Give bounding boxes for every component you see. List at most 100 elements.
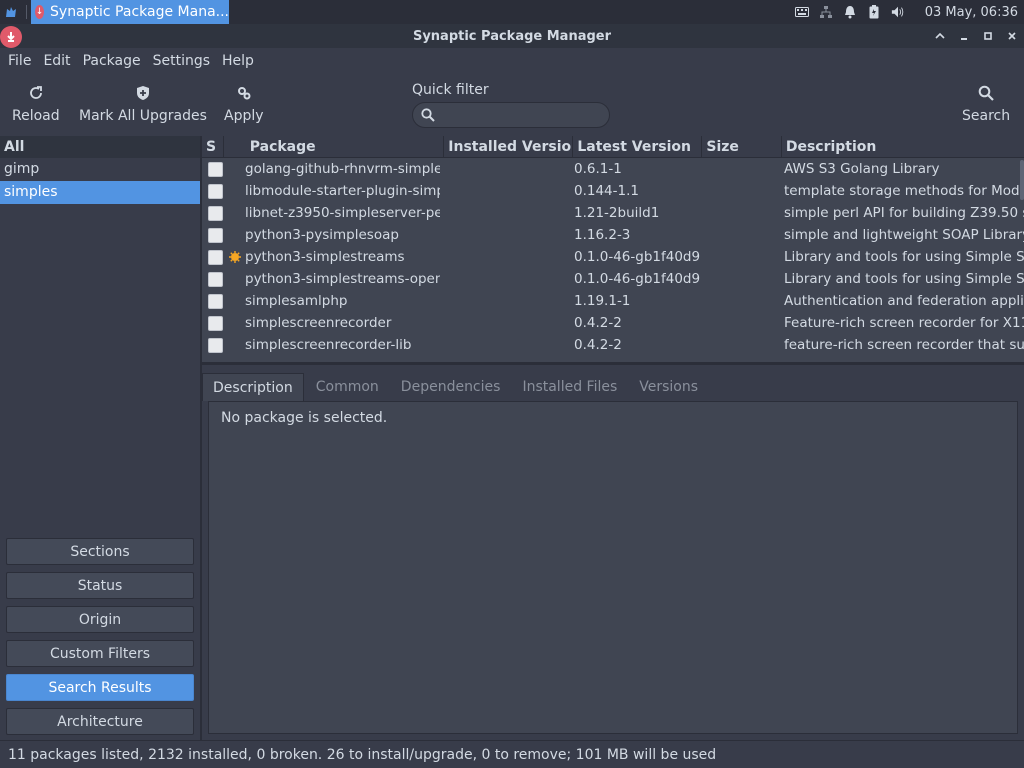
column-header-latest-version[interactable]: Latest Version (573, 136, 703, 158)
menu-file[interactable]: File (8, 53, 43, 69)
description-text-area[interactable]: No package is selected. (208, 401, 1018, 734)
status-checkbox-cell[interactable] (202, 224, 224, 246)
package-description: Authentication and federation applica (784, 293, 1024, 309)
status-checkbox-cell[interactable] (202, 312, 224, 334)
package-name: simplescreenrecorder-lib (245, 337, 412, 353)
status-checkbox[interactable] (208, 271, 223, 287)
package-size (700, 202, 780, 224)
installed-version (440, 334, 570, 356)
network-icon[interactable] (819, 5, 833, 19)
vertical-scrollbar[interactable] (1020, 160, 1024, 200)
filter-item-simples[interactable]: simples (0, 181, 200, 204)
maximize-icon (984, 32, 992, 40)
column-header-support[interactable] (224, 136, 246, 158)
latest-version: 0.1.0-46-gb1f40d99 (574, 271, 700, 287)
keyboard-icon[interactable] (794, 5, 809, 19)
menu-help[interactable]: Help (222, 53, 266, 69)
column-header-size[interactable]: Size (702, 136, 782, 158)
table-row[interactable]: python3-simplestreams 0.1.0-46-gb1f40d99 L… (202, 246, 1024, 268)
package-description: Library and tools for using Simple Str (784, 249, 1024, 265)
synaptic-app-icon[interactable] (0, 26, 22, 48)
table-header: S Package Installed Version Latest Versi… (202, 136, 1024, 158)
table-row[interactable]: golang-github-rhnvrm-simples 0.6.1-1 AWS S… (202, 158, 1024, 180)
status-checkbox-cell[interactable] (202, 290, 224, 312)
latest-version: 0.144-1.1 (574, 183, 639, 199)
status-checkbox[interactable] (208, 337, 223, 353)
status-checkbox[interactable] (208, 161, 223, 177)
package-name: simplesamlphp (245, 293, 348, 309)
status-checkbox[interactable] (208, 183, 223, 199)
status-checkbox[interactable] (208, 249, 223, 265)
volume-icon[interactable] (891, 5, 905, 19)
custom-filters-button[interactable]: Custom Filters (6, 640, 194, 667)
status-button[interactable]: Status (6, 572, 194, 599)
mark-all-upgrades-label: Mark All Upgrades (79, 108, 207, 124)
table-row[interactable]: libmodule-starter-plugin-simp 0.144-1.1 te… (202, 180, 1024, 202)
minimize-button[interactable] (956, 28, 972, 44)
package-size (700, 246, 780, 268)
table-row[interactable]: libnet-z3950-simpleserver-per 1.21-2build… (202, 202, 1024, 224)
filter-sidebar: All gimp simples Sections Status Origin … (0, 136, 200, 740)
table-row[interactable]: simplescreenrecorder-lib 0.4.2-2 feature-r… (202, 334, 1024, 356)
quick-filter-label: Quick filter (412, 82, 489, 98)
window-titlebar[interactable]: Synaptic Package Manager (0, 24, 1024, 48)
maximize-button[interactable] (980, 28, 996, 44)
column-header-package[interactable]: Package (246, 136, 445, 158)
table-row[interactable]: simplescreenrecorder 0.4.2-2 Feature-rich … (202, 312, 1024, 334)
status-checkbox[interactable] (208, 227, 223, 243)
origin-button[interactable]: Origin (6, 606, 194, 633)
window-controls (932, 24, 1024, 48)
status-checkbox-cell[interactable] (202, 202, 224, 224)
notification-bell-icon[interactable] (843, 5, 857, 19)
status-checkbox[interactable] (208, 315, 223, 331)
status-checkbox-cell[interactable] (202, 246, 224, 268)
clock[interactable]: 03 May, 06:36 (925, 5, 1018, 20)
latest-version: 1.21-2build1 (574, 205, 660, 221)
reload-button[interactable]: Reload (12, 84, 60, 124)
status-checkbox[interactable] (208, 205, 223, 221)
sections-button[interactable]: Sections (6, 538, 194, 565)
quick-filter-input[interactable] (412, 102, 610, 128)
filter-list-header[interactable]: All (0, 136, 200, 158)
tab-dependencies[interactable]: Dependencies (391, 373, 511, 401)
architecture-button[interactable]: Architecture (6, 708, 194, 735)
search-button[interactable]: Search (962, 84, 1010, 124)
table-body: golang-github-rhnvrm-simples 0.6.1-1 AWS S… (202, 158, 1024, 356)
latest-version: 0.1.0-46-gb1f40d99 (574, 249, 700, 265)
column-header-status[interactable]: S (202, 136, 224, 158)
menu-edit[interactable]: Edit (43, 53, 82, 69)
column-header-installed-version[interactable]: Installed Version (444, 136, 574, 158)
column-header-description[interactable]: Description (782, 136, 1024, 158)
status-checkbox-cell[interactable] (202, 268, 224, 290)
package-name: python3-simplestreams (245, 249, 405, 265)
table-row[interactable]: python3-simplestreams-opens 0.1.0-46-gb1f… (202, 268, 1024, 290)
table-row[interactable]: python3-pysimplesoap 1.16.2-3 simple and l… (202, 224, 1024, 246)
status-checkbox-cell[interactable] (202, 180, 224, 202)
supported-badge-icon (228, 251, 241, 263)
latest-version: 1.19.1-1 (574, 293, 631, 309)
description-text: No package is selected. (221, 410, 388, 426)
menu-package[interactable]: Package (83, 53, 153, 69)
start-menu-button[interactable] (0, 0, 22, 24)
shade-button[interactable] (932, 28, 948, 44)
tab-versions[interactable]: Versions (629, 373, 708, 401)
taskbar-window-button[interactable]: ↓ Synaptic Package Mana... (31, 0, 229, 24)
apply-button[interactable]: Apply (224, 84, 264, 124)
support-icon-cell (224, 158, 241, 180)
status-checkbox-cell[interactable] (202, 334, 224, 356)
taskbar-window-title: Synaptic Package Mana... (50, 4, 229, 20)
battery-icon[interactable] (867, 5, 881, 19)
search-results-button[interactable]: Search Results (6, 674, 194, 701)
mark-all-upgrades-button[interactable]: Mark All Upgrades (79, 84, 207, 124)
tab-installed-files[interactable]: Installed Files (512, 373, 627, 401)
menu-settings[interactable]: Settings (153, 53, 222, 69)
filter-item-gimp[interactable]: gimp (0, 158, 200, 181)
tab-common[interactable]: Common (306, 373, 389, 401)
table-row[interactable]: simplesamlphp 1.19.1-1 Authentication and … (202, 290, 1024, 312)
tab-description[interactable]: Description (202, 373, 304, 401)
status-checkbox[interactable] (208, 293, 223, 309)
close-button[interactable] (1004, 28, 1020, 44)
status-bar: 11 packages listed, 2132 installed, 0 br… (0, 740, 1024, 768)
taskbar-separator (26, 5, 27, 19)
status-checkbox-cell[interactable] (202, 158, 224, 180)
